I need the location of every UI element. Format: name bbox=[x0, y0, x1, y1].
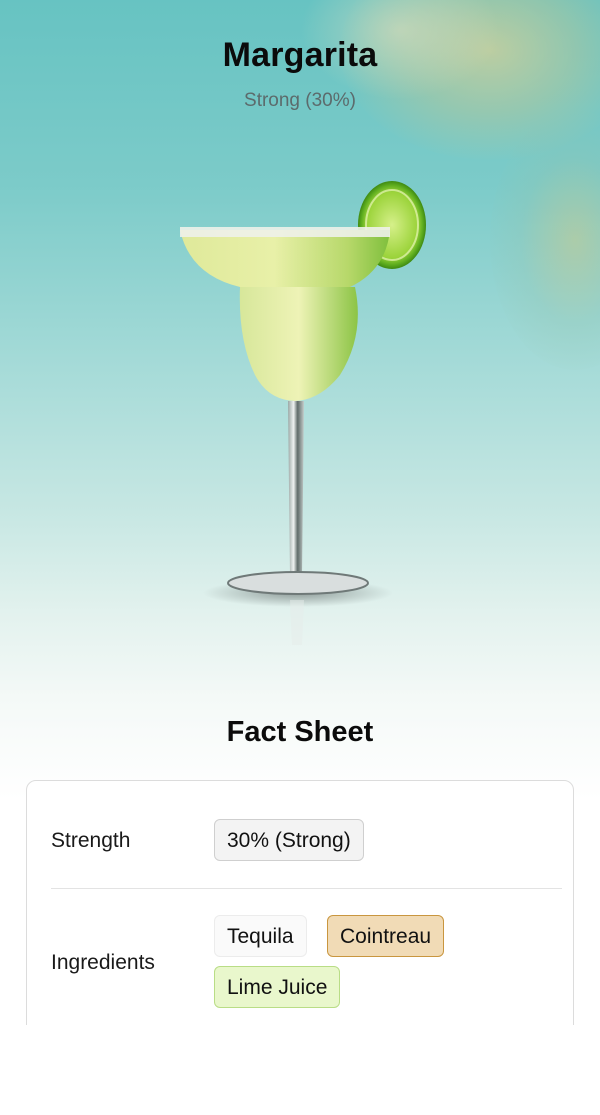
strength-label: Strength bbox=[51, 829, 131, 852]
ingredient-chip-lime-juice[interactable]: Lime Juice bbox=[214, 966, 341, 1008]
ingredient-chip-cointreau[interactable]: Cointreau bbox=[327, 915, 445, 957]
drink-strength-subtitle: Strong (30%) bbox=[244, 90, 356, 111]
bottom-blank-area bbox=[0, 1025, 600, 1115]
drink-title: Margarita bbox=[222, 36, 378, 74]
margarita-glass-image bbox=[180, 181, 426, 645]
ingredients-label: Ingredients bbox=[51, 951, 155, 974]
strength-chip: 30% (Strong) bbox=[214, 819, 364, 861]
fact-sheet-title: Fact Sheet bbox=[226, 716, 374, 748]
ingredient-chip-tequila[interactable]: Tequila bbox=[214, 915, 307, 957]
row-divider bbox=[51, 888, 562, 889]
